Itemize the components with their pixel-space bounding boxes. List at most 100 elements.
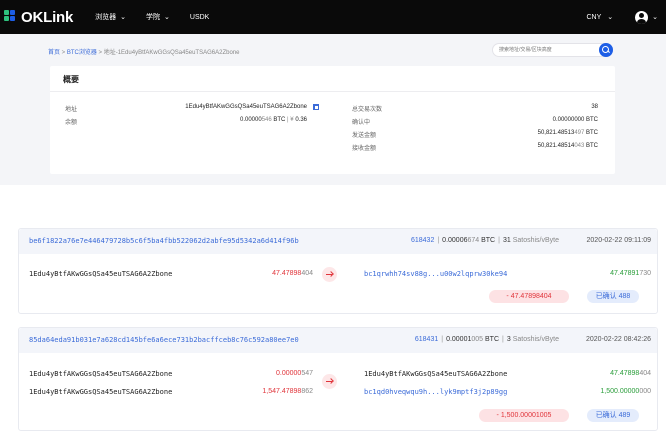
nav-label: 浏览器 xyxy=(95,14,117,21)
amount-strong: 1,547.47898 xyxy=(262,388,302,395)
balance-value: 0.00000546 BTC | ¥ 0.36 xyxy=(240,117,307,123)
nav-label: USDK xyxy=(189,13,210,21)
chevron-down-icon[interactable]: ⌄ xyxy=(652,13,658,21)
transaction-time: 2020-02-22 08:42:26 xyxy=(586,336,651,343)
transaction-header: 85da64eda91b031e7a628cd145bfe6a6ece731b2… xyxy=(19,328,657,353)
amount-muted: 547 xyxy=(301,370,313,377)
balance-btc-muted: 546 xyxy=(261,117,272,123)
fee-unit: BTC xyxy=(479,237,496,244)
arrow-right-icon xyxy=(322,374,337,389)
meta-separator: | xyxy=(441,336,444,343)
received-muted: 043 xyxy=(574,143,585,149)
main-nav: 浏览器 ⌄ 学院 ⌄ USDK xyxy=(95,12,229,22)
transaction-time: 2020-02-22 09:11:09 xyxy=(586,237,651,244)
transaction-meta: 618432 | 0.00006674 BTC | 31 Satoshis/vByte xyxy=(411,237,559,244)
currency-label: CNY xyxy=(586,13,602,21)
sent-value: 50,821.48513497 BTC xyxy=(538,130,598,136)
total-tx-value: 38 xyxy=(591,104,598,110)
balance-btc-strong: 0.00000 xyxy=(240,117,262,123)
transaction-header: be6f1822a76e7e446479728b5c6f5ba4fbb52206… xyxy=(19,229,657,254)
breadcrumb-home-link[interactable]: 首页 xyxy=(48,50,60,56)
received-value: 50,821.48514043 BTC xyxy=(538,143,598,149)
unconfirmed-label: 确认中 xyxy=(352,120,371,126)
output-address-link[interactable]: bc1qrwhh74sv88g...u00w2lqprw30ke94 xyxy=(364,270,507,278)
transaction-meta: 618431 | 0.00001005 BTC | 3 Satoshis/vByte xyxy=(415,336,559,343)
amount-muted: 000 xyxy=(639,388,651,395)
user-avatar-icon[interactable] xyxy=(635,10,649,24)
amount-strong: 47.47898 xyxy=(272,270,302,277)
nav-item-academy[interactable]: 学院 ⌄ xyxy=(146,12,170,22)
output-amount: 47.47891730 xyxy=(610,270,651,277)
output-amount: 47.47898404 xyxy=(610,370,651,377)
net-change-badge: - 1,500.00001005 xyxy=(479,409,569,422)
logo-mark-icon xyxy=(4,10,18,24)
divider xyxy=(50,91,615,92)
input-address: 1Edu4yBtfAKwGGsQSa45euTSAG6A2Zbone xyxy=(29,370,173,378)
input-amount: 0.00000547 xyxy=(276,370,313,377)
balance-btc-unit: BTC xyxy=(271,117,286,123)
amount-muted: 862 xyxy=(301,388,313,395)
overview-title: 概要 xyxy=(63,75,79,84)
amount-strong: 1,500.00000 xyxy=(600,388,640,395)
total-tx-label: 总交易次数 xyxy=(352,107,383,113)
transaction-card: be6f1822a76e7e446479728b5c6f5ba4fbb52206… xyxy=(18,228,658,314)
search-icon[interactable] xyxy=(599,43,613,57)
fee-muted: 005 xyxy=(471,336,484,343)
block-height-link[interactable]: 618431 xyxy=(415,336,438,343)
unconfirmed-value: 0.00000000 BTC xyxy=(552,117,598,123)
amount-strong: 47.47891 xyxy=(610,270,640,277)
breadcrumb: 首页 > BTC浏览器 > 地址-1Edu4yBtfAKwGGsQSa45euT… xyxy=(48,47,239,56)
output-address-link[interactable]: bc1qd0hveqwqu9h...lyk9mptf3j2p89gg xyxy=(364,388,507,396)
fee-strong: 0.00006 xyxy=(442,237,468,244)
transaction-hash-link[interactable]: be6f1822a76e7e446479728b5c6f5ba4fbb52206… xyxy=(29,237,299,245)
sat-rate-unit: Satoshis/vByte xyxy=(510,336,559,343)
input-address: 1Edu4yBtfAKwGGsQSa45euTSAG6A2Zbone xyxy=(29,388,173,396)
fee-muted: 674 xyxy=(467,237,480,244)
meta-separator: | xyxy=(498,237,500,244)
amount-muted: 404 xyxy=(301,270,313,277)
sat-rate-strong: 31 xyxy=(502,237,511,244)
breadcrumb-separator: > xyxy=(60,50,67,56)
sent-unit: BTC xyxy=(584,130,598,136)
nav-item-usdk[interactable]: USDK xyxy=(190,14,209,21)
amount-muted: 730 xyxy=(639,270,651,277)
fee-strong: 0.00001 xyxy=(446,336,472,343)
logo[interactable]: OKLink xyxy=(4,9,73,26)
breadcrumb-explorer-link[interactable]: BTC浏览器 xyxy=(67,50,97,56)
chevron-down-icon: ⌄ xyxy=(607,14,614,21)
chevron-down-icon: ⌄ xyxy=(164,14,170,21)
top-nav-bar: OKLink 浏览器 ⌄ 学院 ⌄ USDK CNY ⌄ ⌄ xyxy=(0,0,666,34)
input-amount: 1,547.47898862 xyxy=(262,388,313,395)
address-value: 1Edu4yBtfAKwGGsQSa45euTSAG6A2Zbone xyxy=(185,104,307,110)
amount-strong: 0.00000 xyxy=(276,370,302,377)
header-right: CNY ⌄ ⌄ xyxy=(586,0,658,34)
sent-label: 发送金额 xyxy=(352,133,377,139)
meta-separator: | xyxy=(437,237,440,244)
nav-item-browser[interactable]: 浏览器 ⌄ xyxy=(95,12,126,22)
arrow-right-icon xyxy=(322,267,337,282)
transaction-card: 85da64eda91b031e7a628cd145bfe6a6ece731b2… xyxy=(18,327,658,431)
received-unit: BTC xyxy=(584,143,598,149)
chevron-down-icon: ⌄ xyxy=(120,14,127,21)
confirmations-badge: 已确认 489 xyxy=(587,409,639,422)
input-address: 1Edu4yBtfAKwGGsQSa45euTSAG6A2Zbone xyxy=(29,270,173,278)
nav-label: 学院 xyxy=(146,14,161,21)
search-input[interactable] xyxy=(493,44,597,56)
received-strong: 50,821.48514 xyxy=(537,143,575,149)
transaction-hash-link[interactable]: 85da64eda91b031e7a628cd145bfe6a6ece731b2… xyxy=(29,336,299,344)
confirmations-badge: 已确认 488 xyxy=(587,290,639,303)
breadcrumb-separator: > xyxy=(96,50,104,56)
sent-strong: 50,821.48513 xyxy=(537,130,575,136)
net-change-badge: - 47.47898404 xyxy=(489,290,569,303)
block-height-link[interactable]: 618432 xyxy=(411,237,434,244)
balance-label: 余额 xyxy=(65,120,78,126)
search-box[interactable] xyxy=(492,43,613,57)
qr-code-icon[interactable] xyxy=(313,104,319,110)
overview-card: 概要 地址 1Edu4yBtfAKwGGsQSa45euTSAG6A2Zbone… xyxy=(50,66,615,174)
address-label: 地址 xyxy=(65,107,78,113)
meta-separator: | xyxy=(502,336,504,343)
balance-fiat: 0.36 xyxy=(295,117,307,123)
currency-selector[interactable]: CNY ⌄ xyxy=(586,13,614,22)
logo-text: OKLink xyxy=(21,8,74,26)
fee-unit: BTC xyxy=(483,336,500,343)
